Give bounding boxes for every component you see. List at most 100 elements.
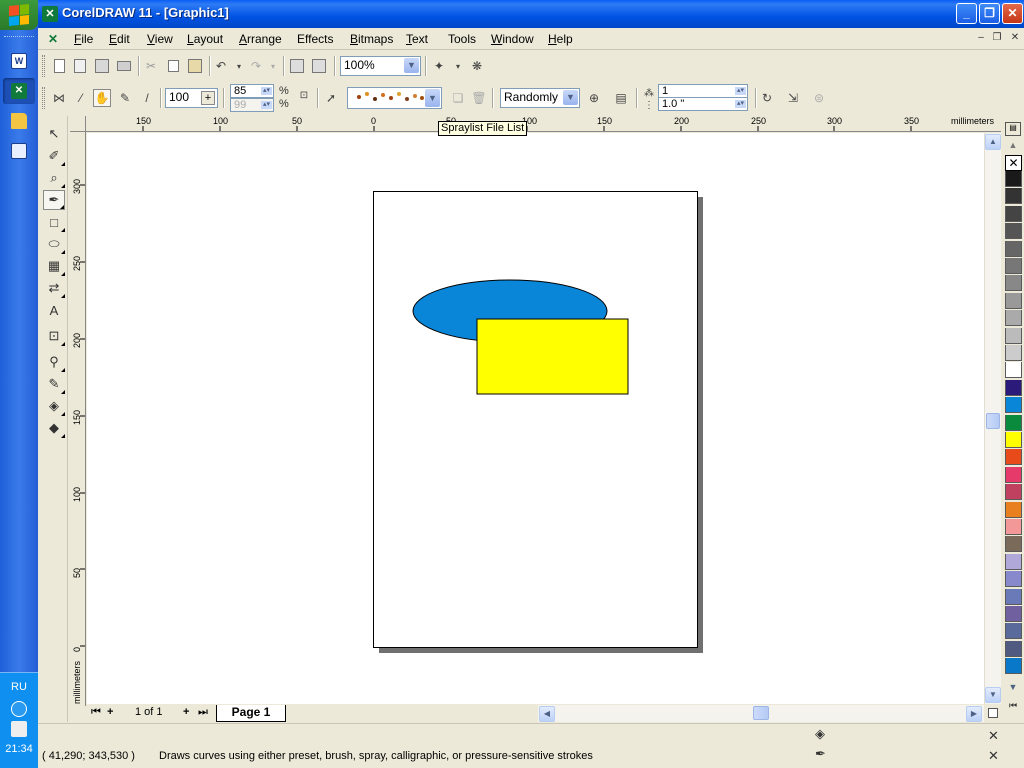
paste-icon[interactable] bbox=[186, 57, 204, 75]
add-to-spraylist-icon[interactable]: ➚ bbox=[322, 89, 340, 107]
vertical-ruler[interactable]: 300 250 200 150 100 50 0 millimeters bbox=[70, 132, 86, 706]
pick-tool-icon[interactable]: ↖ bbox=[43, 124, 65, 144]
doc-close-button[interactable]: ✕ bbox=[1008, 32, 1022, 45]
word-taskbar-button[interactable]: W bbox=[3, 48, 35, 74]
new-icon[interactable] bbox=[50, 57, 68, 75]
menu-arrange[interactable]: Arrange bbox=[239, 32, 282, 46]
undo-dropdown-icon[interactable]: ▾ bbox=[230, 57, 248, 75]
palette-expand-icon[interactable]: ⏮ bbox=[1005, 700, 1021, 714]
color-swatch[interactable] bbox=[1005, 397, 1022, 414]
chevron-down-icon[interactable]: ▼ bbox=[404, 58, 419, 73]
fill-tool-icon[interactable]: ◈ bbox=[43, 396, 65, 416]
network-icon[interactable] bbox=[11, 701, 27, 717]
color-swatch[interactable] bbox=[1005, 588, 1022, 605]
graph-paper-tool-icon[interactable]: ▦ bbox=[43, 256, 65, 276]
color-swatch[interactable] bbox=[1005, 188, 1022, 205]
spray-count-input[interactable]: 85 ▴▾ bbox=[230, 84, 274, 98]
palette-scroll-up-icon[interactable]: ▲ bbox=[1005, 140, 1021, 154]
export-icon[interactable] bbox=[310, 57, 328, 75]
menu-view[interactable]: View bbox=[147, 32, 173, 46]
no-color-swatch[interactable]: ✕ bbox=[1005, 155, 1022, 171]
print-icon[interactable] bbox=[115, 57, 133, 75]
color-swatch[interactable] bbox=[1005, 292, 1022, 309]
menu-help[interactable]: Help bbox=[548, 32, 573, 46]
eyedropper-tool-icon[interactable]: ⚲ bbox=[43, 352, 65, 372]
import-icon[interactable] bbox=[288, 57, 306, 75]
ruler-origin[interactable] bbox=[70, 116, 86, 132]
menu-layout[interactable]: Layout bbox=[187, 32, 223, 46]
horizontal-ruler[interactable]: 150 100 50 0 50 100 150 200 250 300 350 … bbox=[86, 116, 1001, 132]
monitor-icon[interactable] bbox=[11, 721, 27, 737]
offset-input[interactable]: 1.0 " ▴▾ bbox=[658, 97, 748, 111]
color-swatch[interactable] bbox=[1005, 606, 1022, 622]
rotation-icon[interactable]: ↻ bbox=[758, 89, 776, 107]
app-launcher-icon[interactable]: ✦ bbox=[430, 57, 448, 75]
menu-effects[interactable]: Effects bbox=[297, 32, 333, 46]
color-swatch[interactable] bbox=[1005, 484, 1022, 501]
artistic-media-tool-icon[interactable]: ✒ bbox=[43, 190, 65, 210]
coreldraw-taskbar-button[interactable]: ✕ bbox=[3, 78, 35, 104]
rotation-input[interactable]: 1 ▴▾ bbox=[658, 84, 748, 98]
menu-bitmaps[interactable]: Bitmaps bbox=[350, 32, 393, 46]
app-launcher-dropdown-icon[interactable]: ▾ bbox=[449, 57, 467, 75]
fill-indicator-icon[interactable]: ◈ bbox=[815, 726, 825, 742]
scroll-right-icon[interactable]: ▶ bbox=[966, 706, 982, 722]
color-swatch[interactable] bbox=[1005, 449, 1022, 466]
spray-spacing-input[interactable]: 99 ▴▾ bbox=[230, 98, 274, 112]
lock-icon[interactable]: ⊡ bbox=[295, 86, 313, 104]
sprayer-mode-icon[interactable]: ✋ bbox=[93, 89, 111, 107]
color-swatch[interactable] bbox=[1005, 432, 1022, 448]
pressure-mode-icon[interactable]: / bbox=[138, 89, 156, 107]
horizontal-scrollbar[interactable]: ◀ ▶ bbox=[538, 705, 984, 722]
color-swatch[interactable] bbox=[1005, 501, 1022, 518]
color-swatch[interactable] bbox=[1005, 275, 1022, 292]
size-lock-icon[interactable]: + bbox=[201, 91, 215, 105]
close-button[interactable]: ✕ bbox=[1002, 3, 1023, 24]
toolbar-grip[interactable] bbox=[42, 55, 45, 77]
spraylist-dialog-icon[interactable]: ❏ bbox=[449, 89, 467, 107]
language-indicator[interactable]: RU bbox=[0, 681, 38, 693]
document-icon[interactable]: ✕ bbox=[48, 32, 62, 46]
ellipse-tool-icon[interactable]: ⬭ bbox=[43, 234, 65, 254]
copy-icon[interactable] bbox=[164, 57, 182, 75]
doc-restore-button[interactable]: ❐ bbox=[990, 32, 1004, 45]
menu-window[interactable]: Window bbox=[491, 32, 534, 46]
save-icon[interactable] bbox=[93, 57, 111, 75]
chevron-down-icon[interactable]: ▼ bbox=[563, 90, 578, 105]
color-swatch[interactable] bbox=[1005, 536, 1022, 553]
tab-page-1[interactable]: Page 1 bbox=[216, 705, 286, 722]
color-swatch[interactable] bbox=[1005, 310, 1022, 327]
clock[interactable]: 21:34 bbox=[0, 743, 38, 755]
spraylist-icon[interactable]: ▤ bbox=[612, 89, 630, 107]
corel-online-icon[interactable]: ❋ bbox=[468, 57, 486, 75]
toolbar-grip[interactable] bbox=[42, 87, 45, 109]
delete-icon[interactable]: 🗑 bbox=[470, 89, 488, 107]
minimize-button[interactable]: _ bbox=[956, 3, 977, 24]
vertical-scroll-thumb[interactable] bbox=[986, 413, 1000, 429]
zoom-tool-icon[interactable]: ⌕ bbox=[43, 168, 65, 188]
add-page-before-icon[interactable]: + bbox=[107, 706, 113, 718]
color-swatch[interactable] bbox=[1005, 345, 1022, 361]
shape-tool-icon[interactable]: ✐ bbox=[43, 146, 65, 166]
color-swatch[interactable] bbox=[1005, 379, 1022, 396]
folder-taskbar-button[interactable] bbox=[3, 108, 35, 134]
menu-text[interactable]: Text bbox=[406, 32, 428, 46]
navigator-icon[interactable] bbox=[988, 708, 998, 718]
scroll-left-icon[interactable]: ◀ bbox=[539, 706, 555, 722]
drawing-window[interactable] bbox=[87, 133, 984, 704]
add-spray-icon[interactable]: ⊕ bbox=[585, 89, 603, 107]
color-swatch[interactable] bbox=[1005, 240, 1022, 257]
add-page-after-icon[interactable]: + bbox=[183, 706, 189, 718]
color-swatch[interactable] bbox=[1005, 640, 1022, 657]
color-swatch[interactable] bbox=[1005, 171, 1022, 187]
spraylist-file-list-select[interactable]: ▼ bbox=[347, 87, 442, 109]
redo-dropdown-icon[interactable]: ▾ bbox=[264, 57, 282, 75]
start-button[interactable] bbox=[0, 0, 38, 30]
text-tool-icon[interactable]: A bbox=[43, 300, 65, 320]
undo-icon[interactable]: ↶ bbox=[212, 57, 230, 75]
menu-edit[interactable]: Edit bbox=[109, 32, 130, 46]
horizontal-scroll-thumb[interactable] bbox=[753, 706, 769, 720]
color-swatch[interactable] bbox=[1005, 414, 1022, 431]
vertical-scrollbar[interactable]: ▲ ▼ bbox=[984, 133, 1001, 704]
outlook-taskbar-button[interactable] bbox=[3, 138, 35, 164]
